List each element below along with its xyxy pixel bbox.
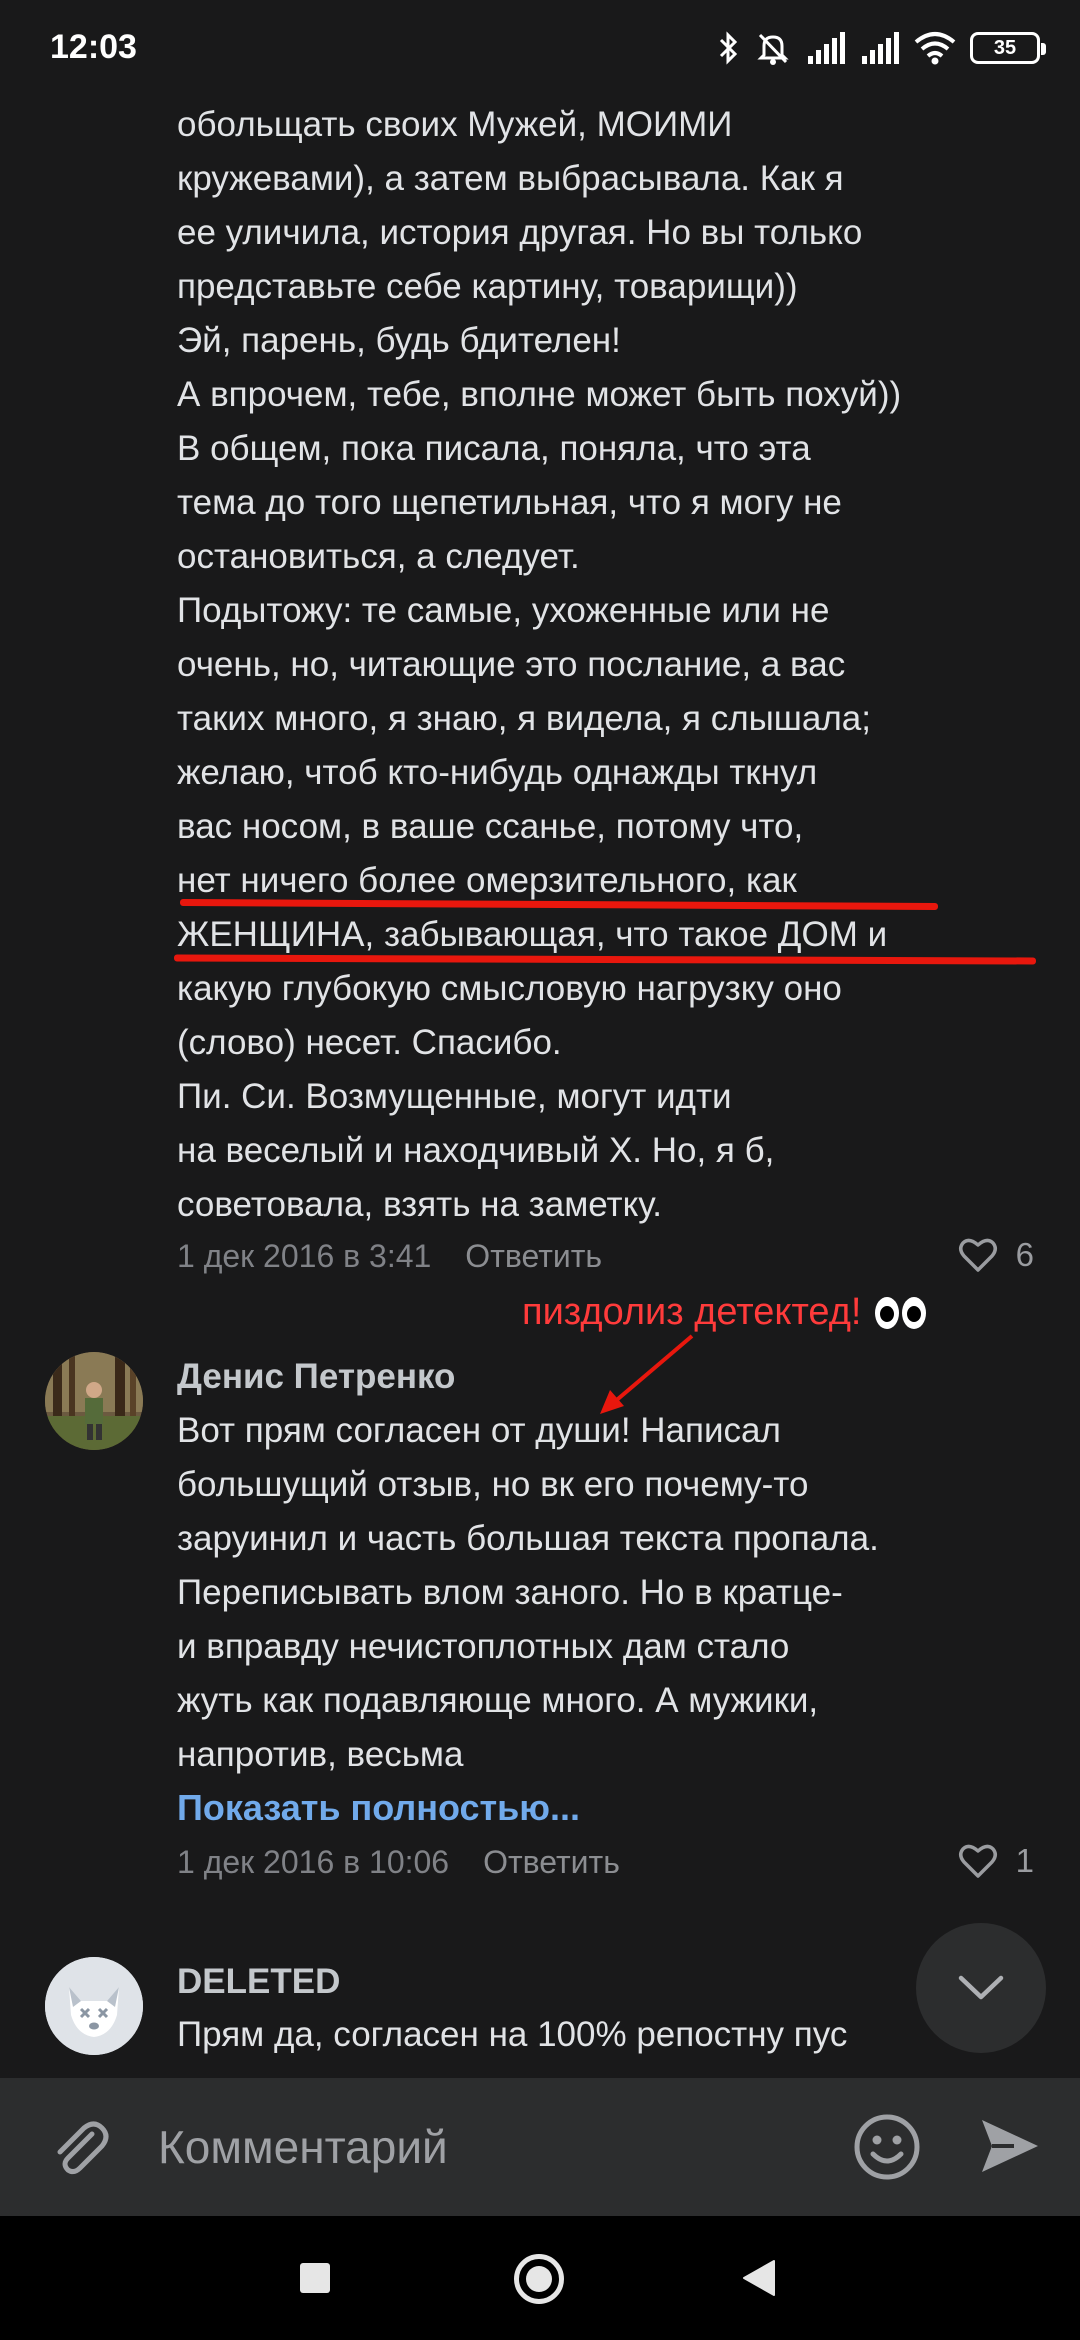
show-more-link[interactable]: Показать полностью... (177, 1787, 580, 1829)
comment-input-bar: Комментарий (0, 2078, 1080, 2216)
comment-line: обольщать своих Мужей, МОИМИ (177, 105, 733, 144)
comment-line: представьте себе картину, товарищи)) (177, 267, 798, 306)
comment-line: ее уличила, история другая. Но вы только (177, 213, 863, 252)
heart-icon (958, 1238, 997, 1272)
comment-line: остановиться, а следует. (177, 537, 580, 576)
paperclip-icon[interactable] (44, 2112, 114, 2187)
status-bar: 12:03 35 (0, 0, 1080, 96)
comment-meta: 1 дек 2016 в 3:41 Ответить (177, 1238, 602, 1275)
comment-line: Подытожу: те самые, ухоженные или не (177, 591, 830, 630)
comment-date: 1 дек 2016 в 3:41 (177, 1238, 432, 1274)
comment-line: большущий отзыв, но вк его почему-то (177, 1465, 809, 1504)
signal-icon (860, 32, 900, 64)
comment-line: А впрочем, тебе, вполне может быть похуй… (177, 375, 902, 414)
comment-author[interactable]: Денис Петренко (177, 1357, 455, 1397)
bluetooth-icon (718, 30, 740, 66)
comment-line: на веселый и находчивый Х. Но, я б, (177, 1131, 775, 1170)
like-count: 1 (1015, 1842, 1034, 1879)
battery-icon: 35 (970, 32, 1046, 64)
comment-line: жуть как подавляюще много. А мужики, (177, 1681, 819, 1720)
avatar[interactable] (45, 1352, 143, 1450)
status-icons: 35 (718, 26, 1046, 70)
comment-line: В общем, пока писала, поняла, что эта (177, 429, 811, 468)
comment-line: Прям да, согласен на 100% репостну пус (177, 2015, 848, 2054)
comment-line: (слово) несет. Спасибо. (177, 1023, 562, 1062)
scroll-down-button[interactable] (916, 1923, 1046, 2053)
comment-date: 1 дек 2016 в 10:06 (177, 1844, 450, 1880)
mute-icon (754, 29, 792, 67)
comment-input[interactable]: Комментарий (158, 2120, 448, 2174)
status-time: 12:03 (50, 28, 137, 66)
comment-line: и вправду нечистоплотных дам стало (177, 1627, 790, 1666)
recent-apps-button[interactable] (300, 2263, 330, 2293)
comment-line: напротив, весьма (177, 1735, 464, 1774)
chevron-down-icon (958, 1975, 1004, 2000)
reply-button[interactable]: Ответить (483, 1844, 620, 1881)
comment-line: Пи. Си. Возмущенные, могут идти (177, 1077, 732, 1116)
comment-line: Эй, парень, будь бдителен! (177, 321, 621, 360)
comment-text: Вот прям согласен от души! Написал больш… (177, 1404, 879, 1782)
smile-icon[interactable] (852, 2112, 922, 2187)
signal-icon (806, 32, 846, 64)
navigation-bar (0, 2216, 1080, 2340)
comment-text: обольщать своих Мужей, МОИМИ кружевами),… (177, 98, 901, 1232)
like-button[interactable]: 6 (958, 1236, 1034, 1274)
comment-line: заруинил и часть большая текста пропала. (177, 1519, 879, 1558)
comment-meta: 1 дек 2016 в 10:06 Ответить (177, 1844, 620, 1881)
comment-text: Прям да, согласен на 100% репостну пус (177, 2008, 997, 2062)
comment-line: желаю, чтоб кто-нибудь однажды ткнул (177, 753, 818, 792)
annotation-text: пиздолиз детектед! (522, 1291, 862, 1333)
like-button[interactable]: 1 (958, 1842, 1034, 1880)
comment-author[interactable]: DELETED (177, 1962, 340, 2002)
heart-icon (958, 1844, 997, 1878)
like-count: 6 (1015, 1236, 1034, 1273)
comment-line: Вот прям согласен от души! Написал (177, 1411, 781, 1450)
wifi-icon (914, 31, 956, 65)
comment-line: кружевами), а затем выбрасывала. Как я (177, 159, 844, 198)
screen: 12:03 35 обольщать своих Мужей, МОИМИ кр… (0, 0, 1080, 2340)
home-button[interactable] (514, 2254, 564, 2304)
reply-button[interactable]: Ответить (465, 1238, 602, 1275)
back-button[interactable] (742, 2259, 776, 2302)
avatar[interactable] (45, 1957, 143, 2055)
comment-line: вас носом, в ваше ссанье, потому что, (177, 807, 804, 846)
annotation: пиздолиз детектед! (522, 1291, 927, 1334)
send-icon[interactable] (978, 2114, 1042, 2183)
comment-line: какую глубокую смысловую нагрузку оно (177, 969, 842, 1008)
comment-line: Переписывать влом заного. Но в кратце- (177, 1573, 843, 1612)
eyes-icon (875, 1296, 927, 1329)
comment-line: таких много, я знаю, я видела, я слышала… (177, 699, 871, 738)
comment-line: тема до того щепетильная, что я могу не (177, 483, 842, 522)
battery-level: 35 (993, 36, 1017, 59)
comment-line: очень, но, читающие это послание, а вас (177, 645, 846, 684)
comment-line: советовала, взять на заметку. (177, 1185, 663, 1224)
